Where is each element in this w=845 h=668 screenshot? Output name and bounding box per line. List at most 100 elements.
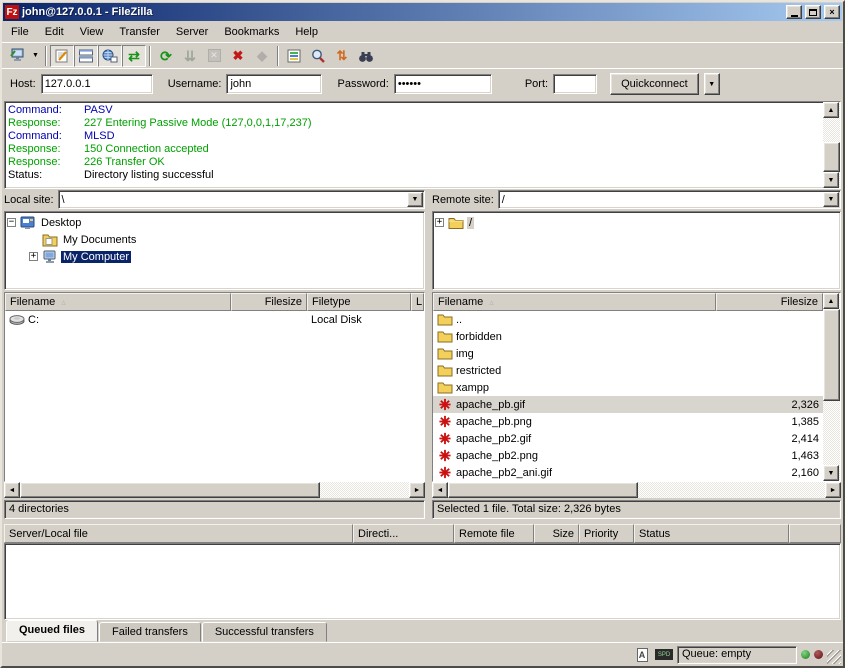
remote-site-combobox[interactable]: / ▼ [498,190,841,209]
tree-item-desktop[interactable]: − Desktop [7,214,424,231]
transfer-type-indicator[interactable]: A [633,647,651,663]
toggle-message-log-button[interactable] [50,45,74,67]
minimize-button[interactable] [786,5,802,19]
folder-icon [437,381,453,394]
remote-site-dropdown-button[interactable]: ▼ [823,192,839,207]
file-row-c-drive[interactable]: C: Local Disk [5,311,424,328]
filter-icon [286,48,302,64]
column-filename[interactable]: Filename ▵ [433,293,716,311]
expand-icon[interactable]: + [435,218,444,227]
local-site-combobox[interactable]: \ ▼ [58,190,425,209]
speed-limits-indicator[interactable]: SPD [655,647,673,663]
disconnect-button[interactable]: ✖ [226,45,250,67]
scroll-right-icon[interactable]: ► [409,482,425,498]
menu-bookmarks[interactable]: Bookmarks [216,24,287,40]
pane-splitter[interactable] [425,190,432,521]
quickconnect-dropdown-button[interactable]: ▼ [704,73,720,95]
site-manager-button[interactable] [5,45,29,67]
compare-directories-button[interactable] [306,45,330,67]
file-row[interactable]: restricted [433,362,823,379]
toggle-transfer-queue-button[interactable]: ⇄ [122,45,146,67]
local-site-dropdown-button[interactable]: ▼ [407,192,423,207]
cancel-operation-button[interactable]: ✕ [202,45,226,67]
scrollbar-track[interactable] [320,482,409,498]
menu-server[interactable]: Server [168,24,216,40]
tree-item-label: My Documents [61,234,138,246]
file-row[interactable]: xampp [433,379,823,396]
process-queue-button[interactable]: ⇊ [178,45,202,67]
scroll-left-icon[interactable]: ◄ [4,482,20,498]
maximize-button[interactable] [805,5,821,19]
directory-filters-button[interactable] [282,45,306,67]
remote-list-body: .. forbidden img restricted [433,311,823,481]
menu-view[interactable]: View [72,24,112,40]
tree-item-my-computer[interactable]: + My Computer [7,248,424,265]
column-status[interactable]: Status [634,524,789,543]
scroll-up-icon[interactable]: ▲ [823,293,839,309]
close-button[interactable]: × [824,5,840,19]
file-row[interactable]: img [433,345,823,362]
apache-feather-icon [437,449,453,462]
refresh-button[interactable]: ⟳ [154,45,178,67]
username-input[interactable] [226,74,322,94]
tab-successful-transfers[interactable]: Successful transfers [202,622,327,642]
column-remote-file[interactable]: Remote file [454,524,534,543]
file-row[interactable]: apache_pb2.png 1,463 [433,447,823,464]
password-input[interactable] [394,74,492,94]
tab-failed-transfers[interactable]: Failed transfers [99,622,201,642]
column-last-modified[interactable]: L [411,293,424,311]
scroll-up-icon[interactable]: ▲ [823,102,839,118]
port-input[interactable] [553,74,597,94]
local-file-list: Filename ▵ Filesize Filetype L C: [4,292,425,482]
column-filesize[interactable]: Filesize [716,293,823,311]
column-size[interactable]: Size [534,524,579,543]
scrollbar-thumb[interactable] [823,309,840,401]
quickconnect-button[interactable]: Quickconnect [610,73,699,95]
column-priority[interactable]: Priority [579,524,634,543]
scrollbar-track[interactable] [823,401,840,465]
column-server-local-file[interactable]: Server/Local file [4,524,353,543]
reconnect-button[interactable]: ◆ [250,45,274,67]
scrollbar-thumb[interactable] [20,482,320,498]
column-filetype[interactable]: Filetype [307,293,411,311]
scrollbar-track[interactable] [823,118,840,142]
file-row[interactable]: apache_pb2.gif 2,414 [433,430,823,447]
file-row-selected[interactable]: apache_pb.gif 2,326 [433,396,823,413]
scrollbar-track[interactable] [638,482,825,498]
scroll-right-icon[interactable]: ► [825,482,841,498]
menu-help[interactable]: Help [287,24,326,40]
synchronized-browsing-button[interactable]: ⇅ [330,45,354,67]
scroll-down-icon[interactable]: ▼ [823,465,839,481]
column-filesize[interactable]: Filesize [231,293,307,311]
expand-icon[interactable]: + [29,252,38,261]
scroll-left-icon[interactable]: ◄ [432,482,448,498]
column-direction[interactable]: Directi... [353,524,454,543]
site-manager-dropdown-button[interactable]: ▼ [29,46,42,66]
remote-horizontal-scrollbar[interactable]: ◄ ► [432,482,841,498]
tab-queued-files[interactable]: Queued files [6,620,98,642]
local-horizontal-scrollbar[interactable]: ◄ ► [4,482,425,498]
toggle-local-tree-button[interactable] [74,45,98,67]
file-row[interactable]: apache_pb2_ani.gif 2,160 [433,464,823,481]
column-filename[interactable]: Filename ▵ [5,293,231,311]
host-input[interactable] [41,74,153,94]
remote-vertical-scrollbar[interactable]: ▲ ▼ [823,293,840,481]
resize-grip[interactable] [827,650,841,664]
file-row[interactable]: .. [433,311,823,328]
collapse-icon[interactable]: − [7,218,16,227]
file-row[interactable]: forbidden [433,328,823,345]
scrollbar-thumb[interactable] [823,142,840,172]
close-icon: × [829,7,834,17]
scrollbar-thumb[interactable] [448,482,638,498]
find-files-button[interactable] [354,45,378,67]
log-vertical-scrollbar[interactable]: ▲ ▼ [823,102,840,188]
menu-edit[interactable]: Edit [37,24,72,40]
tree-item-root[interactable]: + / [435,214,840,231]
tree-item-my-documents[interactable]: My Documents [7,231,424,248]
file-row[interactable]: apache_pb.png 1,385 [433,413,823,430]
remote-tree-icon [102,48,118,64]
menu-file[interactable]: File [3,24,37,40]
toggle-remote-tree-button[interactable] [98,45,122,67]
menu-transfer[interactable]: Transfer [111,24,168,40]
scroll-down-icon[interactable]: ▼ [823,172,839,188]
